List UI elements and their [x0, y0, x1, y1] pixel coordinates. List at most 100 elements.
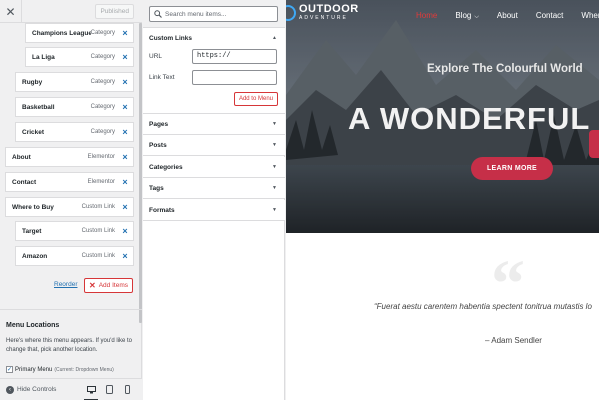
menu-item-type: Custom Link: [81, 228, 115, 234]
menu-item-type: Category: [90, 79, 115, 85]
tablet-preview-button[interactable]: [100, 379, 118, 400]
chevron-down-icon: ▼: [272, 207, 277, 213]
menu-item-title: Where to Buy: [12, 203, 54, 211]
remove-icon[interactable]: ×: [121, 202, 129, 212]
primary-menu-current: (Current: Dropdown Menu): [54, 366, 114, 373]
add-to-menu-button[interactable]: Add to Menu: [233, 92, 278, 106]
menu-item[interactable]: Champions League Category ×: [25, 23, 134, 43]
chevron-down-icon: ▼: [272, 142, 277, 148]
nav-item-blog[interactable]: Blog ⌵: [455, 11, 479, 21]
menu-item-type: Elementor: [87, 154, 115, 160]
hide-controls-label: Hide Controls: [17, 386, 57, 393]
search-menu-items-field[interactable]: [149, 6, 278, 22]
customizer-header: ✕ Published: [0, 0, 142, 23]
menu-item[interactable]: Contact Elementor ×: [5, 172, 134, 192]
logo-title: OUTDOOR: [299, 3, 359, 15]
nav-item-label: Blog: [455, 11, 472, 20]
menu-item-title: Champions League: [32, 29, 91, 37]
menu-item[interactable]: Rugby Category ×: [15, 72, 134, 92]
search-input[interactable]: [165, 10, 275, 18]
remove-icon[interactable]: ×: [121, 226, 129, 236]
remove-icon[interactable]: ×: [121, 152, 129, 162]
remove-icon[interactable]: ×: [121, 28, 129, 38]
menu-locations-description: Here's where this menu appears. If you'd…: [6, 338, 133, 353]
publish-button[interactable]: Published: [95, 4, 134, 19]
menu-item-type: Category: [90, 54, 115, 60]
primary-menu-label: Primary Menu: [15, 366, 53, 373]
hero-title: A WONDERFUL: [348, 101, 591, 136]
collapse-icon: ‹: [6, 385, 14, 394]
section-categories[interactable]: Categories ▼: [143, 157, 285, 178]
reorder-link[interactable]: Reorder: [54, 281, 77, 288]
logo-subtitle: ADVENTURE: [299, 15, 348, 21]
testimonial-author: – Adam Sendler: [485, 336, 542, 345]
section-formats[interactable]: Formats ▼: [143, 200, 285, 221]
customizer-sidebar: ✕ Published Champions League Category × …: [0, 0, 142, 400]
menu-item-title: Basketball: [22, 103, 55, 111]
desktop-preview-button[interactable]: [82, 379, 100, 400]
add-items-label: Add Items: [98, 282, 128, 289]
primary-menu-checkbox[interactable]: ✓: [6, 366, 13, 373]
menu-item[interactable]: La Liga Category ×: [25, 47, 134, 67]
site-logo[interactable]: OUTDOOR ADVENTURE: [286, 4, 359, 22]
custom-links-form: URL https:// Link Text Add to Menu: [143, 48, 285, 114]
menu-item-title: Target: [22, 227, 42, 235]
sidebar-scrollbar[interactable]: [139, 23, 142, 323]
remove-icon[interactable]: ×: [121, 177, 129, 187]
menu-item-title: Contact: [12, 178, 37, 186]
section-pages[interactable]: Pages ▼: [143, 114, 285, 135]
menu-item[interactable]: Target Custom Link ×: [15, 221, 134, 241]
menu-item-title: Amazon: [22, 252, 48, 260]
menu-item-title: La Liga: [32, 53, 55, 61]
remove-icon[interactable]: ×: [121, 127, 129, 137]
close-customizer-button[interactable]: ✕: [0, 0, 22, 23]
testimonial-section: “ “Fuerat aestu carentem habentia specte…: [286, 233, 599, 400]
remove-icon[interactable]: ×: [121, 77, 129, 87]
mobile-preview-button[interactable]: [118, 379, 136, 400]
menu-item-title: Rugby: [22, 78, 43, 86]
menu-item-type: Custom Link: [81, 204, 115, 210]
url-label: URL: [149, 53, 163, 60]
chevron-down-icon: ⌵: [474, 14, 479, 20]
url-field[interactable]: https://: [192, 49, 277, 64]
nav-item-where-to-buy[interactable]: Where to: [581, 11, 599, 21]
site-preview: OUTDOOR ADVENTURE Home Blog ⌵ About Conta…: [286, 0, 599, 400]
hide-controls-button[interactable]: ‹ Hide Controls: [0, 385, 82, 394]
mobile-icon: [124, 385, 130, 394]
logo-icon: [286, 5, 296, 21]
section-tags[interactable]: Tags ▼: [143, 178, 285, 199]
primary-menu-location[interactable]: ✓ Primary Menu (Current: Dropdown Menu): [6, 366, 114, 373]
nav-item-contact[interactable]: Contact: [536, 11, 564, 21]
menu-item-type: Custom Link: [81, 253, 115, 259]
custom-links-section-toggle[interactable]: Custom Links ▲: [143, 28, 285, 49]
menu-item-title: About: [12, 153, 31, 161]
link-text-field[interactable]: [192, 70, 277, 85]
close-icon: ✕: [5, 4, 16, 19]
menu-item[interactable]: About Elementor ×: [5, 147, 134, 167]
remove-icon[interactable]: ×: [121, 52, 129, 62]
tablet-icon: [105, 385, 113, 394]
menu-item[interactable]: Basketball Category ×: [15, 97, 134, 117]
side-tab[interactable]: [589, 130, 599, 158]
chevron-up-icon: ▲: [272, 35, 277, 41]
menu-item-type: Category: [90, 104, 115, 110]
divider: [0, 309, 142, 310]
nav-item-about[interactable]: About: [497, 11, 518, 21]
primary-navigation: Home Blog⌵ About Contact Where to: [416, 11, 599, 21]
section-title: Tags: [149, 184, 164, 192]
menu-item-title: Cricket: [22, 128, 45, 136]
menu-item-type: Category: [90, 30, 115, 36]
add-items-button[interactable]: ✕ Add Items: [84, 278, 133, 293]
link-text-label: Link Text: [149, 74, 175, 81]
menu-item[interactable]: Where to Buy Custom Link ×: [5, 197, 134, 217]
menu-item-type: Category: [90, 129, 115, 135]
remove-icon[interactable]: ×: [121, 102, 129, 112]
testimonial-quote: “Fuerat aestu carentem habentia spectent…: [374, 302, 592, 311]
menu-item[interactable]: Cricket Category ×: [15, 122, 134, 142]
section-posts[interactable]: Posts ▼: [143, 135, 285, 156]
chevron-down-icon: ▼: [272, 185, 277, 191]
menu-item[interactable]: Amazon Custom Link ×: [15, 246, 134, 266]
learn-more-button[interactable]: LEARN MORE: [471, 157, 553, 180]
remove-icon[interactable]: ×: [121, 251, 129, 261]
nav-item-home[interactable]: Home: [416, 11, 437, 21]
